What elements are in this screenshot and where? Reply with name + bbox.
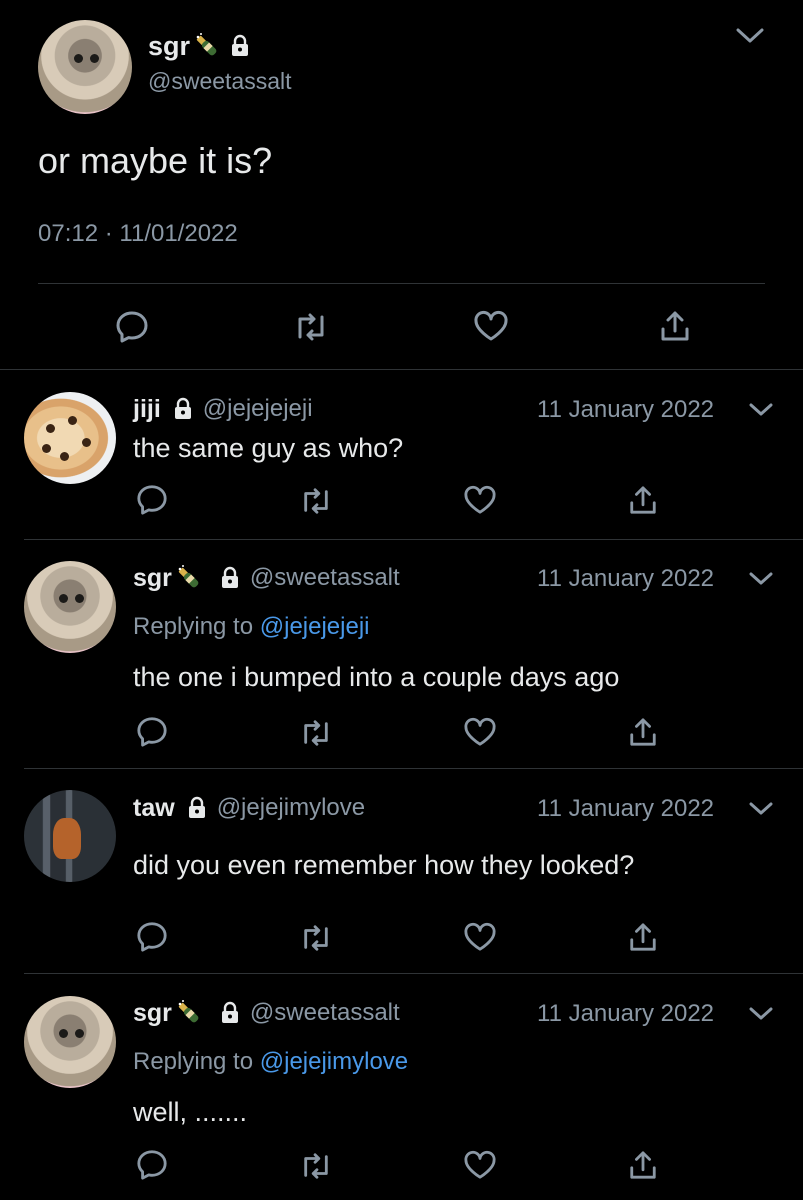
divider <box>24 768 803 769</box>
share-icon[interactable] <box>628 716 658 748</box>
date[interactable]: 11 January 2022 <box>537 795 714 823</box>
chevron-down-icon[interactable] <box>748 1005 774 1023</box>
replying-to: Replying to @jejejimylove <box>133 1048 408 1076</box>
like-icon[interactable] <box>463 485 497 515</box>
divider <box>24 973 803 974</box>
author-row: sgr @sweetassalt <box>133 997 400 1029</box>
handle[interactable]: @sweetassalt <box>250 999 400 1027</box>
like-icon[interactable] <box>463 922 497 952</box>
lock-icon <box>218 566 242 590</box>
divider <box>38 283 765 284</box>
date[interactable]: 11 January 2022 <box>537 565 714 593</box>
replying-to: Replying to @jejejejeji <box>133 613 370 641</box>
like-icon[interactable] <box>463 717 497 747</box>
like-icon[interactable] <box>473 310 509 342</box>
chevron-down-icon[interactable] <box>735 26 765 46</box>
retweet-icon[interactable] <box>299 718 333 748</box>
share-icon[interactable] <box>628 484 658 516</box>
handle[interactable]: @jejejejeji <box>203 395 313 423</box>
retweet-icon[interactable] <box>299 1151 333 1181</box>
lock-icon <box>228 34 252 58</box>
tweet-text: well, ....... <box>133 1097 248 1127</box>
retweet-icon[interactable] <box>299 923 333 953</box>
share-icon[interactable] <box>628 921 658 953</box>
avatar[interactable] <box>24 392 116 484</box>
lock-icon <box>218 1001 242 1025</box>
time: 07:12 <box>38 220 99 247</box>
display-name[interactable]: taw <box>133 794 175 823</box>
chevron-down-icon[interactable] <box>748 800 774 818</box>
replying-to-link[interactable]: @jejejejeji <box>260 613 370 640</box>
champagne-icon <box>174 563 204 593</box>
handle[interactable]: @sweetassalt <box>148 68 292 95</box>
avatar[interactable] <box>24 790 116 882</box>
retweet-icon[interactable] <box>293 311 329 343</box>
chevron-down-icon[interactable] <box>748 570 774 588</box>
separator: · <box>104 220 113 247</box>
tweet-text: did you even remember how they looked? <box>133 850 635 880</box>
handle[interactable]: @sweetassalt <box>250 564 400 592</box>
display-name[interactable]: sgr <box>133 564 172 593</box>
reply-icon[interactable] <box>136 715 168 747</box>
display-name[interactable]: sgr <box>148 31 190 62</box>
tweet-text: the same guy as who? <box>133 433 404 463</box>
author-row: sgr <box>148 28 252 64</box>
display-name[interactable]: jiji <box>133 395 161 424</box>
retweet-icon[interactable] <box>299 486 333 516</box>
lock-icon <box>171 397 195 421</box>
champagne-icon <box>174 998 204 1028</box>
tweet-text: the one i bumped into a couple days ago <box>133 662 620 692</box>
replying-label: Replying to <box>133 1048 254 1075</box>
date[interactable]: 11/01/2022 <box>119 220 237 247</box>
champagne-icon <box>192 31 222 61</box>
reply-icon[interactable] <box>136 920 168 952</box>
replying-label: Replying to <box>133 613 254 640</box>
like-icon[interactable] <box>463 1150 497 1180</box>
timestamp: 07:12 · 11/01/2022 <box>38 220 238 248</box>
avatar[interactable] <box>24 996 116 1088</box>
share-icon[interactable] <box>628 1149 658 1181</box>
date[interactable]: 11 January 2022 <box>537 1000 714 1028</box>
reply-icon[interactable] <box>136 1148 168 1180</box>
reply-icon[interactable] <box>115 309 149 343</box>
date[interactable]: 11 January 2022 <box>537 396 714 424</box>
reply-icon[interactable] <box>136 483 168 515</box>
replying-to-link[interactable]: @jejejimylove <box>260 1048 408 1075</box>
divider <box>24 539 803 540</box>
chevron-down-icon[interactable] <box>748 401 774 419</box>
share-icon[interactable] <box>659 309 691 343</box>
tweet-text: or maybe it is? <box>38 140 273 181</box>
author-row: jiji @jejejejeji <box>133 393 313 425</box>
divider <box>0 369 803 370</box>
avatar[interactable] <box>38 20 132 114</box>
handle[interactable]: @jejejimylove <box>217 794 365 822</box>
avatar[interactable] <box>24 561 116 653</box>
lock-icon <box>185 796 209 820</box>
author-row: sgr @sweetassalt <box>133 562 400 594</box>
display-name[interactable]: sgr <box>133 999 172 1028</box>
author-row: taw @jejejimylove <box>133 792 365 824</box>
